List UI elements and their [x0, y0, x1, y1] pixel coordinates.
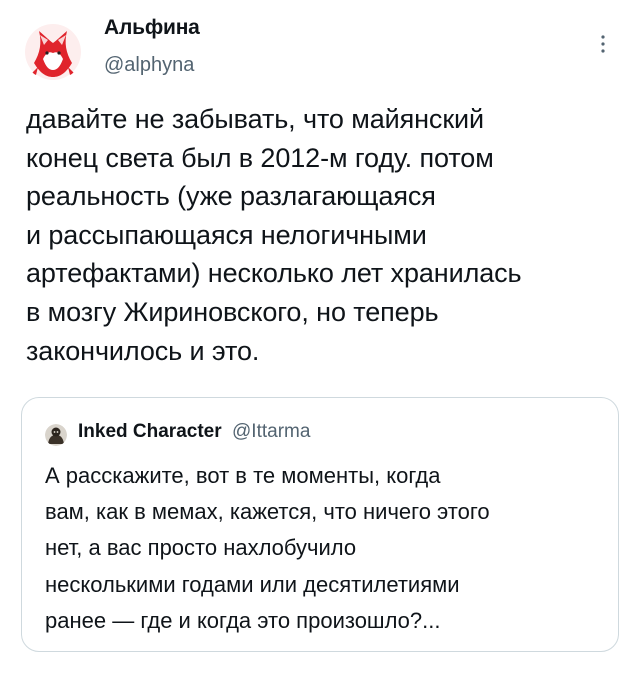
- quoted-tweet-card[interactable]: Inked Character @Ittarma А расскажите, в…: [21, 397, 619, 652]
- vertical-ellipsis-icon[interactable]: [598, 33, 608, 55]
- quoted-tweet-text: А расскажите, вот в те моменты, когда ва…: [45, 458, 615, 639]
- character-avatar-icon: [45, 424, 67, 446]
- tweet-text-line: закончилось и это.: [26, 335, 260, 366]
- author-avatar[interactable]: [24, 23, 82, 81]
- tweet: Альфина @alphyna давайте не забывать, чт…: [0, 0, 640, 674]
- quoted-text-line: А расскажите, вот в те моменты, когда: [45, 463, 441, 488]
- quoted-text-line: ранее — где и когда это произошло?...: [45, 607, 441, 633]
- quoted-author-name: Inked Character: [78, 421, 222, 442]
- quoted-author-avatar: [45, 424, 67, 446]
- quoted-text-line: несколькими годами или десятилетиями: [45, 571, 460, 597]
- tweet-text-line: в мозгу Жириновского, но теперь: [26, 296, 439, 327]
- fox-avatar-icon: [25, 24, 81, 80]
- quoted-text-line: вам, как в мемах, кажется, что ничего эт…: [45, 499, 490, 525]
- tweet-text-line: конец света был в 2012-м году. потом: [26, 142, 494, 173]
- author-name[interactable]: Альфина: [104, 14, 200, 42]
- tweet-text-line: давайте не забывать, что майянский: [26, 104, 484, 134]
- tweet-text-line: реальность (уже разлагающаяся: [26, 181, 436, 212]
- quoted-author-handle: @Ittarma: [232, 421, 311, 442]
- quoted-text-line: нет, а вас просто нахлобучило: [45, 535, 357, 561]
- tweet-text-line: артефактами) несколько лет хранилась: [26, 258, 522, 289]
- author-handle[interactable]: @alphyna: [104, 52, 194, 78]
- tweet-text: давайте не забывать, что майянский конец…: [26, 100, 626, 370]
- tweet-text-line: и рассыпающаяся нелогичными: [26, 219, 427, 250]
